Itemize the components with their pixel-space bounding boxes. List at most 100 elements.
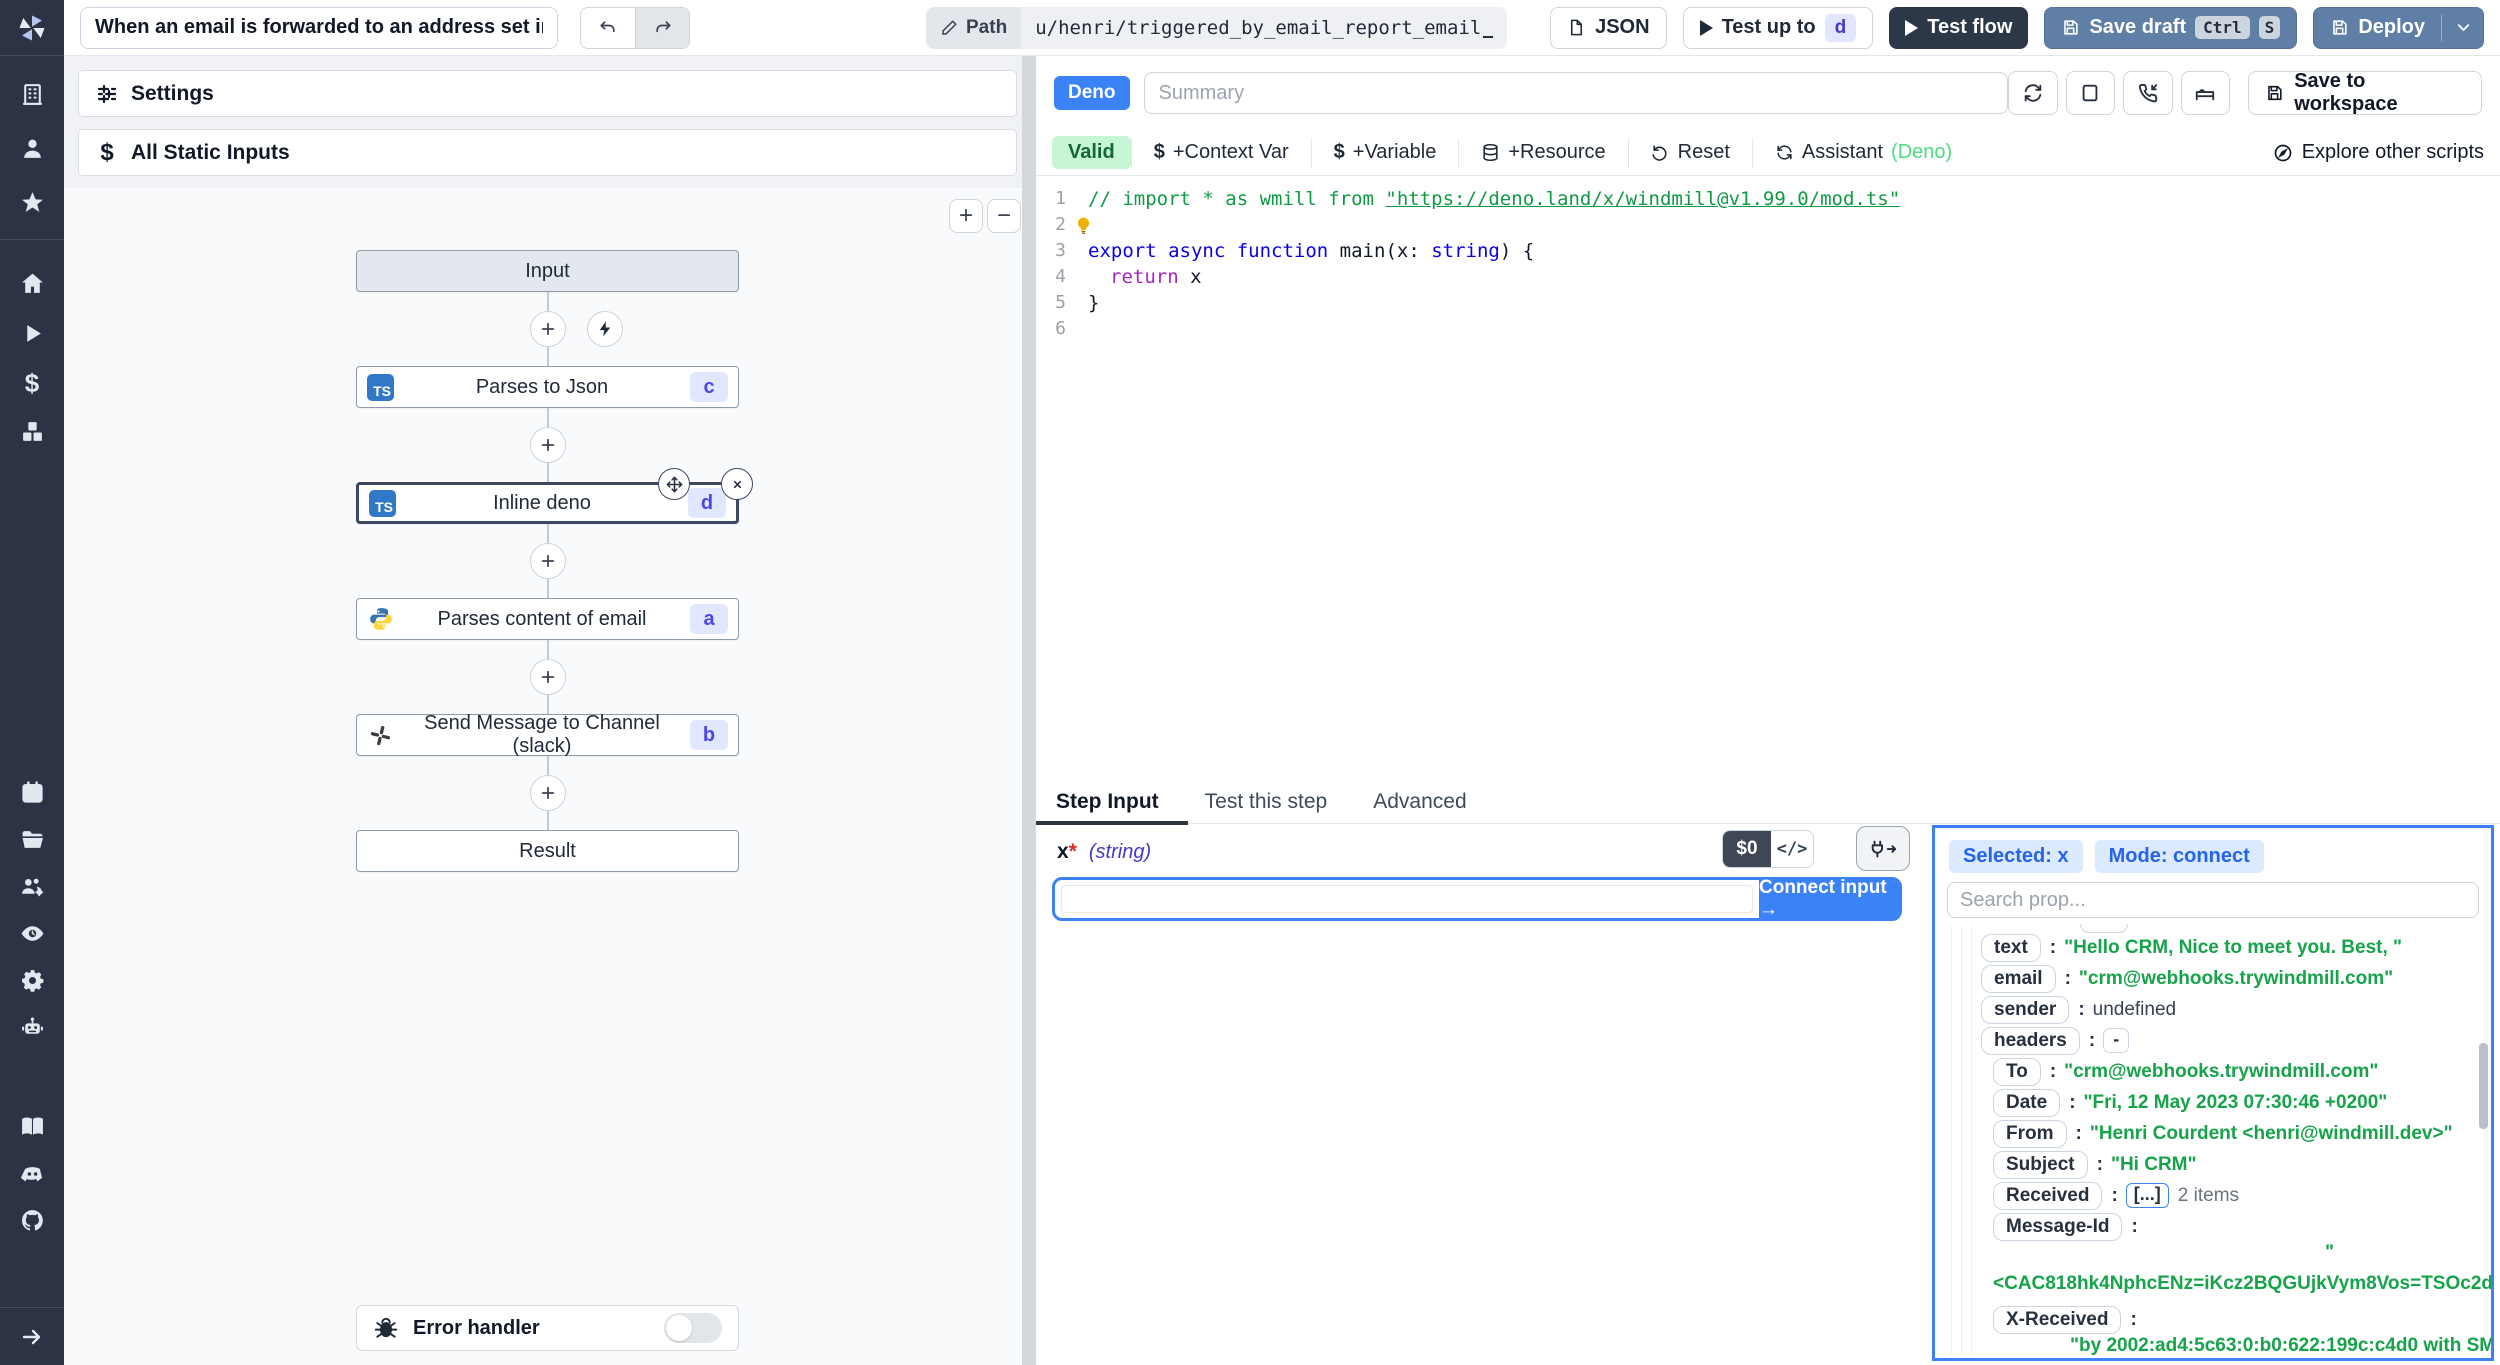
add-step-button[interactable] <box>529 659 566 695</box>
sync-button[interactable] <box>2008 71 2058 115</box>
test-flow-button[interactable]: Test flow <box>1889 6 2029 49</box>
sidebar-item-user[interactable] <box>0 135 64 161</box>
save-to-workspace-button[interactable]: Save to workspace <box>2248 70 2483 115</box>
json-key[interactable]: Date <box>1993 1088 2061 1117</box>
path-group[interactable]: Path u/henri/triggered_by_email_report_e… <box>926 6 1508 49</box>
sidebar-item-variables[interactable]: $ <box>0 368 64 398</box>
flow-title-input[interactable] <box>80 6 558 49</box>
zoom-in-button[interactable]: + <box>949 199 983 233</box>
star-icon <box>21 191 43 212</box>
save-draft-button[interactable]: Save draft Ctrl S <box>2044 6 2298 49</box>
cubes-icon <box>22 421 42 441</box>
path-value[interactable]: u/henri/triggered_by_email_report_email <box>1021 6 1508 49</box>
add-step-button[interactable] <box>529 427 566 463</box>
json-key[interactable]: To <box>1993 1057 2041 1086</box>
sidebar-item-workspace[interactable] <box>0 81 64 107</box>
connect-input-button[interactable]: Connect input → <box>1759 877 1899 920</box>
sidebar-item-home[interactable] <box>0 270 64 296</box>
test-up-to-button[interactable]: Test up to d <box>1682 6 1874 49</box>
flow-node-parses-to-json[interactable]: TS Parses to Json c <box>356 366 739 408</box>
template-mode-button[interactable]: $0 <box>1723 831 1771 867</box>
play-icon <box>1699 19 1713 36</box>
json-key[interactable]: email <box>1981 964 2056 993</box>
json-key[interactable]: Message-Id <box>1993 1212 2123 1241</box>
json-button[interactable]: JSON <box>1550 6 1667 49</box>
json-key[interactable]: sender <box>1981 995 2070 1024</box>
flow-settings-bar[interactable]: Settings <box>78 70 1017 117</box>
sidebar-item-settings[interactable] <box>0 967 64 993</box>
search-prop-input[interactable] <box>1947 882 2479 918</box>
error-handler-bar[interactable]: Error handler <box>356 1305 739 1351</box>
delete-step-button[interactable] <box>721 468 753 500</box>
code-editor[interactable]: 1 // import * as wmill from "https://den… <box>1036 176 2500 778</box>
undo-button[interactable] <box>581 7 635 48</box>
tab-step-input[interactable]: Step Input <box>1056 790 1159 814</box>
collapse-toggle[interactable]: - <box>2103 1028 2130 1053</box>
step-id-badge: c <box>690 372 728 402</box>
flow-node-send-message-slack[interactable]: Send Message to Channel (slack) b <box>356 712 739 757</box>
sidebar-item-folders[interactable] <box>0 826 64 852</box>
error-handler-toggle[interactable] <box>664 1313 722 1343</box>
code-mode-button[interactable]: </> <box>1771 831 1813 867</box>
book-icon <box>21 1116 43 1135</box>
flow-node-parses-content-of-email[interactable]: Parses content of email a <box>356 598 739 640</box>
editor-toolbar: Valid $ +Context Var $ +Variable +Resour… <box>1036 130 2500 176</box>
scrollbar-thumb[interactable] <box>2479 1043 2488 1129</box>
connect-input-wrapper: Connect input → <box>1052 877 1902 921</box>
sidebar-item-groups[interactable] <box>0 873 64 899</box>
add-step-button[interactable] <box>529 311 566 347</box>
move-step-button[interactable] <box>658 468 690 500</box>
assistant-button[interactable]: Assistant (Deno) <box>1751 137 1974 168</box>
reset-button[interactable]: Reset <box>1627 137 1752 168</box>
json-key[interactable]: text <box>1981 933 2041 962</box>
windmill-logo[interactable] <box>0 0 64 56</box>
add-step-button[interactable] <box>529 775 566 811</box>
sidebar-item-docs[interactable] <box>0 1113 64 1139</box>
flow-node-input[interactable]: Input <box>356 250 739 292</box>
webhook-button[interactable] <box>2123 71 2173 115</box>
sidebar-item-schedules[interactable] <box>0 779 64 805</box>
sidebar-item-github[interactable] <box>0 1207 64 1233</box>
lightbulb-icon[interactable] <box>1074 216 1093 235</box>
sidebar-item-audit-logs[interactable] <box>0 920 64 946</box>
flow-node-inline-deno[interactable]: TS Inline deno d <box>356 468 753 524</box>
add-variable-button[interactable]: $ +Variable <box>1310 137 1459 168</box>
sidebar-item-favorites[interactable] <box>0 189 64 215</box>
json-key[interactable]: Received <box>1993 1181 2103 1210</box>
all-static-inputs-bar[interactable]: $ All Static Inputs <box>78 129 1017 176</box>
step-input-field[interactable] <box>1061 885 1753 913</box>
explore-other-scripts-button[interactable]: Explore other scripts <box>2273 141 2484 164</box>
add-context-var-button[interactable]: $ +Context Var <box>1130 137 1311 168</box>
expand-array-button[interactable]: [...] <box>2125 1183 2169 1208</box>
phone-incoming-icon <box>2138 84 2158 103</box>
flow-connector <box>356 524 739 598</box>
trigger-button[interactable] <box>587 311 623 347</box>
bug-icon <box>374 1317 398 1338</box>
tab-advanced[interactable]: Advanced <box>1373 790 1466 814</box>
sidebar-collapse[interactable] <box>0 1307 64 1365</box>
json-key[interactable]: headers <box>1981 1026 2080 1055</box>
expand-button[interactable] <box>2065 71 2116 115</box>
deploy-button[interactable]: Deploy <box>2313 6 2484 49</box>
zoom-out-button[interactable]: − <box>987 199 1021 233</box>
typescript-icon: TS <box>367 373 394 401</box>
panel-resize-handle[interactable] <box>1022 56 1036 1365</box>
json-key[interactable]: From <box>1993 1119 2067 1148</box>
redo-button[interactable] <box>635 7 689 48</box>
connect-mode-button[interactable] <box>1856 826 1910 871</box>
add-step-button[interactable] <box>529 543 566 579</box>
sidebar-item-discord[interactable] <box>0 1160 64 1186</box>
flow-node-result[interactable]: Result <box>356 830 739 872</box>
sidebar-item-runs[interactable] <box>0 320 64 346</box>
add-resource-button[interactable]: +Resource <box>1458 137 1627 168</box>
summary-input[interactable] <box>1143 72 2009 114</box>
tab-test-this-step[interactable]: Test this step <box>1205 790 1328 814</box>
json-key[interactable]: Subject <box>1993 1150 2088 1179</box>
sidebar-item-workers[interactable] <box>0 1014 64 1040</box>
sidebar-item-resources[interactable] <box>0 418 64 444</box>
json-key[interactable]: X-Received <box>1993 1305 2122 1334</box>
refresh-icon <box>1777 145 1792 160</box>
flow-panel: Settings $ All Static Inputs + − Input T… <box>64 56 1022 1365</box>
chevron-down-icon[interactable] <box>2454 18 2473 37</box>
sleep-button[interactable] <box>2180 71 2231 115</box>
